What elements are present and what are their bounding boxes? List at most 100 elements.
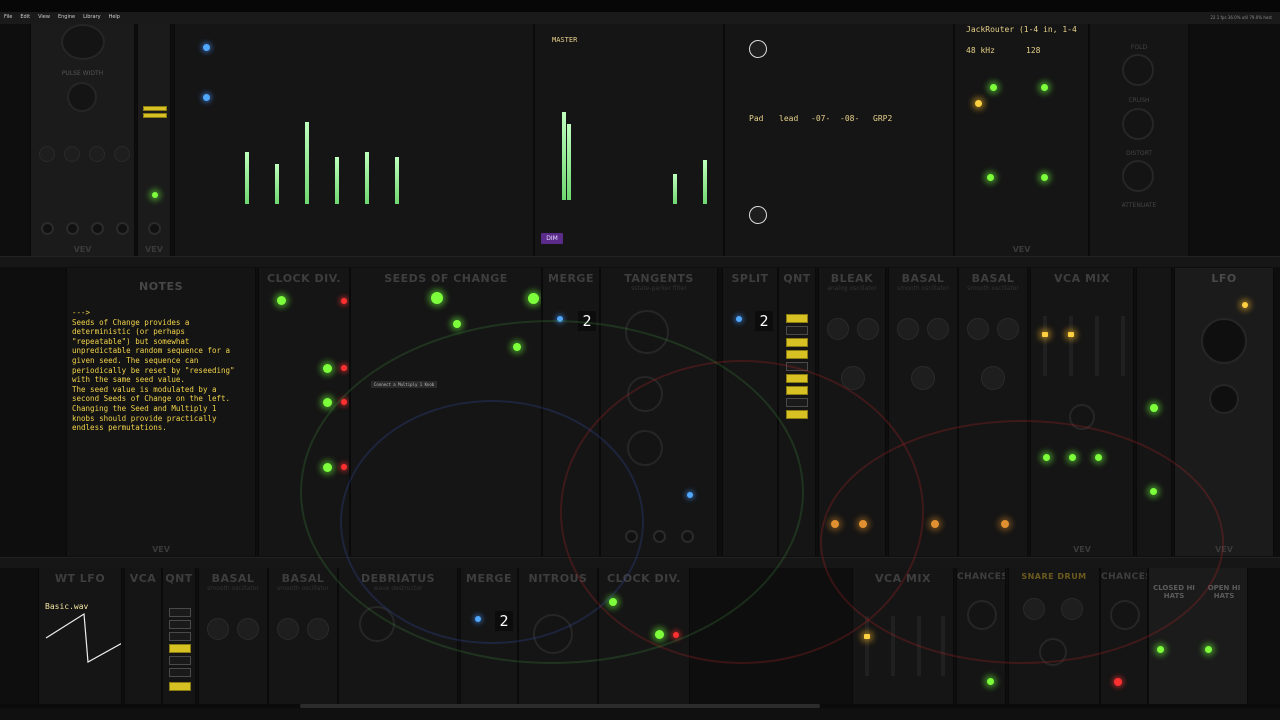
level-meter [245, 152, 249, 204]
status-led [975, 100, 982, 107]
note-button[interactable] [786, 350, 808, 359]
knob[interactable] [749, 206, 767, 224]
brand-label: VEV [152, 545, 170, 554]
crush-label: CRUSH [1128, 97, 1150, 104]
status-led [1041, 84, 1048, 91]
menu-edit[interactable]: Edit [20, 14, 30, 20]
attenuate-label: ATTENUATE [1121, 202, 1157, 209]
status-led [152, 192, 158, 198]
knob[interactable] [207, 618, 229, 640]
module-aux: Pad lead -07- -08- GRP2 [724, 24, 954, 256]
fader[interactable] [1043, 316, 1047, 376]
note-button[interactable] [786, 326, 808, 335]
note-button[interactable] [169, 644, 191, 653]
module-qnt-2: QNT [162, 568, 196, 704]
frequency-knob[interactable] [1201, 318, 1247, 364]
patch-cable[interactable] [820, 420, 1224, 664]
knob[interactable] [927, 318, 949, 340]
knob[interactable] [307, 618, 329, 640]
dim-button[interactable]: DIM [541, 233, 563, 244]
knob[interactable] [1122, 108, 1154, 140]
status-led [1150, 404, 1158, 412]
status-led [987, 678, 994, 685]
jack[interactable] [148, 222, 161, 235]
level-meter [703, 160, 707, 204]
fader-handle[interactable] [864, 634, 870, 639]
aux-label-08: -08- [840, 114, 860, 123]
audio-device[interactable]: JackRouter (1-4 in, 1-4 [966, 25, 1077, 34]
brand-label: VEV [73, 245, 92, 254]
module-basal-3: BASAL smooth oscillator [198, 568, 268, 704]
knob[interactable] [981, 366, 1005, 390]
fold-label: FOLD [1130, 44, 1148, 51]
knob[interactable] [827, 318, 849, 340]
status-led [736, 316, 742, 322]
status-led [203, 44, 210, 51]
fader-handle[interactable] [1042, 332, 1048, 337]
knob[interactable] [39, 146, 55, 162]
knob[interactable] [237, 618, 259, 640]
jack[interactable] [66, 222, 79, 235]
knob[interactable] [1122, 160, 1154, 192]
aux-label-grp2: GRP2 [873, 114, 893, 123]
knob[interactable] [114, 146, 130, 162]
master-label: MASTER [552, 36, 578, 44]
fader[interactable] [1121, 316, 1125, 376]
level-bar [143, 106, 167, 111]
knob[interactable] [64, 146, 80, 162]
knob[interactable] [967, 318, 989, 340]
patch-cable[interactable] [340, 400, 644, 644]
jack[interactable] [91, 222, 104, 235]
block-size[interactable]: 128 [1026, 46, 1040, 55]
menu-engine[interactable]: Engine [58, 14, 75, 20]
note-button[interactable] [169, 620, 191, 629]
bottom-strip [0, 708, 1280, 720]
note-button[interactable] [786, 338, 808, 347]
fader-handle[interactable] [1068, 332, 1074, 337]
module-vca: VCA [124, 568, 162, 704]
knob[interactable] [749, 40, 767, 58]
menu-library[interactable]: Library [83, 14, 100, 20]
sample-rate[interactable]: 48 kHz [966, 46, 995, 55]
aux-label-lead: lead [779, 114, 799, 123]
level-meter [567, 124, 571, 200]
knob[interactable] [857, 318, 879, 340]
pulse-width-knob[interactable] [1209, 384, 1239, 414]
menu-help[interactable]: Help [109, 14, 120, 20]
wavetable-file[interactable]: Basic.wav [45, 602, 88, 611]
lfo-title: LFO [1211, 272, 1237, 285]
basal-title: BASAL [281, 572, 325, 585]
knob[interactable] [89, 146, 105, 162]
knob[interactable] [67, 82, 97, 112]
knob[interactable] [997, 318, 1019, 340]
clock-div-title: CLOCK DIV. [267, 272, 341, 285]
note-button[interactable] [786, 314, 808, 323]
jack[interactable] [41, 222, 54, 235]
jack[interactable] [116, 222, 129, 235]
knob[interactable] [1122, 54, 1154, 86]
fader[interactable] [1095, 316, 1099, 376]
note-button[interactable] [169, 668, 191, 677]
note-button[interactable] [169, 682, 191, 691]
note-button[interactable] [169, 656, 191, 665]
wt-lfo-title: WT LFO [54, 572, 106, 585]
note-button[interactable] [169, 632, 191, 641]
status-led [1157, 646, 1164, 653]
menu-view[interactable]: View [38, 14, 50, 20]
tangents-title: TANGENTS [624, 272, 694, 285]
aux-label-07: -07- [811, 114, 831, 123]
knob[interactable] [911, 366, 935, 390]
knob[interactable] [61, 24, 105, 60]
fader[interactable] [865, 616, 869, 676]
notes-text[interactable]: ---> Seeds of Change provides a determin… [72, 308, 250, 433]
menu-file[interactable]: File [4, 14, 12, 20]
basal-title: BASAL [211, 572, 255, 585]
note-button[interactable] [169, 608, 191, 617]
status-led [1205, 646, 1212, 653]
fader[interactable] [1069, 316, 1073, 376]
knob[interactable] [277, 618, 299, 640]
title-strip [0, 12, 1280, 24]
basal-subtitle: smooth oscillator [207, 585, 259, 592]
level-meter [305, 122, 309, 204]
knob[interactable] [897, 318, 919, 340]
